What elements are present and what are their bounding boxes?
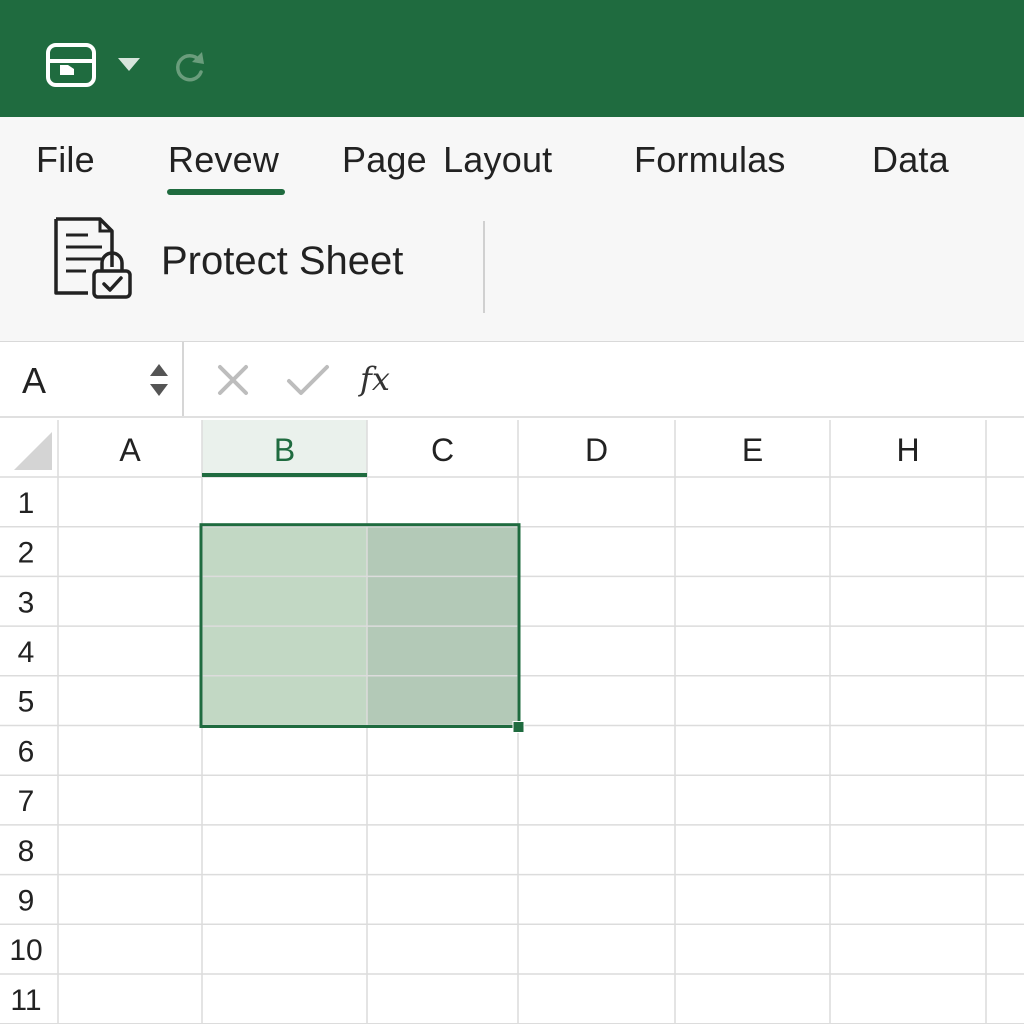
tab-page-layout[interactable]: Page Layout: [342, 139, 552, 181]
tab-file[interactable]: File: [36, 139, 95, 181]
save-icon[interactable]: [46, 43, 96, 87]
protect-sheet-label: Protect Sheet: [161, 239, 404, 283]
row-header-10[interactable]: 10: [9, 934, 42, 967]
tab-formulas[interactable]: Formulas: [634, 139, 786, 181]
caret-down-icon[interactable]: [118, 58, 140, 72]
active-tab-indicator: [167, 189, 285, 195]
fill-handle[interactable]: [512, 721, 525, 733]
name-box-value: A: [22, 360, 47, 401]
protect-sheet-button[interactable]: Protect Sheet: [50, 215, 450, 305]
redo-icon[interactable]: [172, 50, 208, 84]
stepper-icon[interactable]: [148, 360, 170, 400]
column-header-c[interactable]: C: [431, 432, 454, 468]
column-header-h[interactable]: H: [896, 432, 919, 468]
row-header-11[interactable]: 11: [10, 984, 41, 1017]
column-header-a[interactable]: A: [119, 432, 141, 468]
column-header-b[interactable]: B: [274, 432, 295, 468]
column-header-e[interactable]: E: [742, 432, 763, 468]
row-header-9[interactable]: 9: [18, 884, 35, 917]
tab-data[interactable]: Data: [872, 139, 949, 181]
row-header-6[interactable]: 6: [18, 735, 35, 768]
protect-sheet-icon: [54, 217, 132, 299]
column-header-bar: [0, 420, 1024, 477]
row-header-2[interactable]: 2: [18, 537, 35, 570]
column-header-d[interactable]: D: [585, 432, 608, 468]
spreadsheet-grid[interactable]: A B C D E H 1 2 3 4 5 6 7 8 9 10 11: [0, 420, 1024, 1024]
ribbon-divider: [483, 221, 485, 313]
row-header-5[interactable]: 5: [18, 686, 35, 719]
title-bar: [0, 0, 1024, 117]
name-box[interactable]: A: [0, 342, 184, 416]
row-header-4[interactable]: 4: [18, 636, 35, 669]
cancel-icon[interactable]: [216, 363, 250, 397]
row-header-1[interactable]: 1: [18, 487, 35, 520]
row-header-8[interactable]: 8: [18, 835, 35, 868]
row-header-3[interactable]: 3: [18, 586, 35, 619]
row-header-7[interactable]: 7: [18, 785, 35, 818]
insert-function-button[interactable]: fx: [360, 360, 390, 398]
formula-input[interactable]: [420, 350, 1010, 410]
check-icon[interactable]: [286, 363, 330, 397]
tab-review[interactable]: Revew: [168, 139, 279, 181]
active-column-indicator: [202, 473, 367, 477]
ribbon: File Revew Page Layout Formulas Data Pro…: [0, 117, 1024, 342]
